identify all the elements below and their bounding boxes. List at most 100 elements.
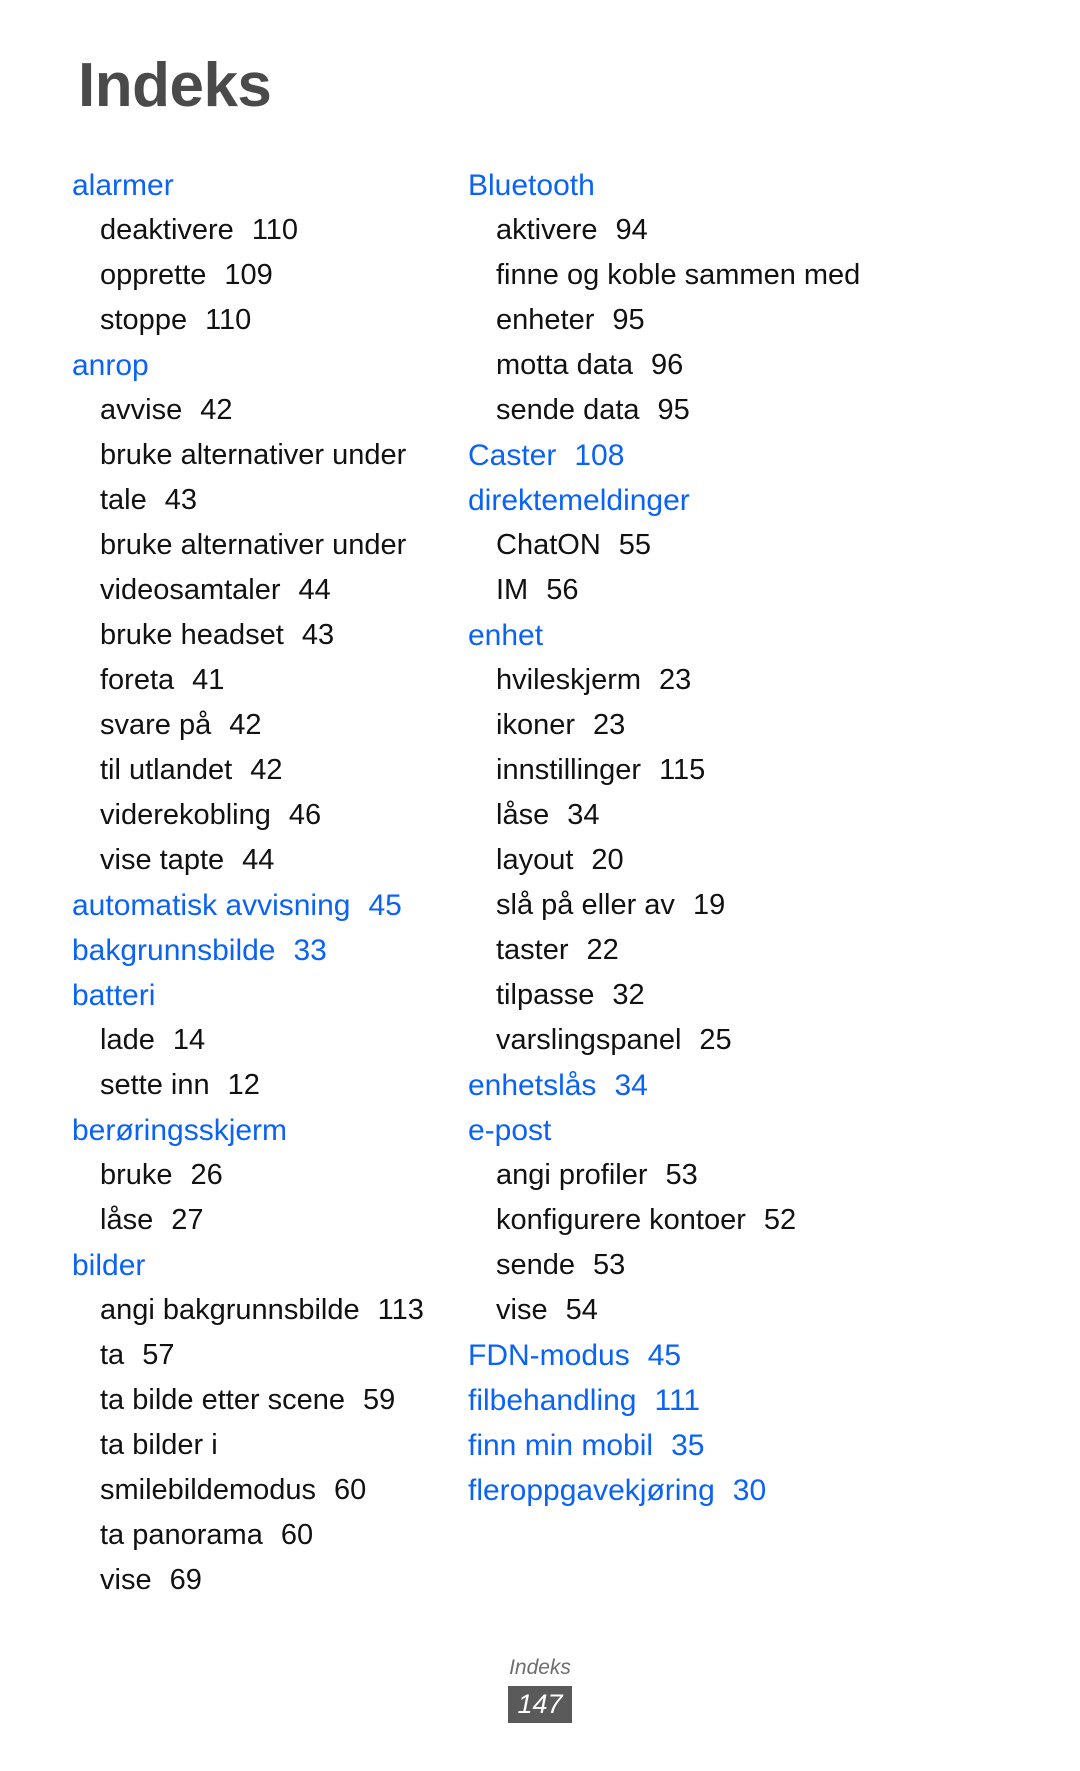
index-heading[interactable]: enhetslås 34 [468,1063,1040,1108]
index-heading-label: anrop [72,349,149,382]
index-entry-group: filbehandling 111 [468,1378,1040,1423]
index-heading[interactable]: anrop [72,343,440,388]
index-subentry[interactable]: ta bilde etter scene 59 [100,1378,440,1423]
index-subentry[interactable]: smilebildemodus 60 [100,1468,440,1513]
index-subentry-page-number: 20 [591,844,624,876]
index-subentry-page-number: 46 [288,799,322,831]
index-subentry[interactable]: ikoner 23 [496,703,1040,748]
index-subentry[interactable]: ta 57 [100,1333,440,1378]
index-entry-group: Caster 108 [468,433,1040,478]
index-subentry[interactable]: bruke headset 43 [100,613,440,658]
index-subentry[interactable]: opprette 109 [100,253,440,298]
index-subentry[interactable]: bruke 26 [100,1153,440,1198]
index-heading[interactable]: berøringsskjerm [72,1108,440,1153]
index-heading[interactable]: alarmer [72,163,440,208]
index-subentry[interactable]: ta panorama 60 [100,1513,440,1558]
index-subentry[interactable]: vise 54 [496,1288,1040,1333]
index-heading-page-number: 33 [293,934,327,967]
index-heading[interactable]: direktemeldinger [468,478,1040,523]
index-subentry-label: bruke headset [100,619,284,651]
index-subentry[interactable]: taster 22 [496,928,1040,973]
index-subentry[interactable]: sette inn 12 [100,1063,440,1108]
index-heading[interactable]: filbehandling 111 [468,1378,1040,1423]
index-subentry-label: ChatON [496,529,601,561]
index-entry-group: alarmer deaktivere 110 opprette 109 stoppe 110 [72,163,440,343]
index-subentry-page-number: 95 [612,304,645,336]
index-subentry-label: stoppe [100,304,188,336]
index-subentry[interactable]: IM 56 [496,568,1040,613]
index-subentry-page-number: 110 [251,214,299,246]
index-subentry-label: sette inn [100,1069,210,1101]
index-subentry-label: avvise [100,394,183,426]
index-subentry[interactable]: innstillinger 115 [496,748,1040,793]
index-subentry-page-number: 54 [565,1294,598,1326]
index-entry-group: e-post angi profiler 53 konfigurere kontoer… [468,1108,1040,1333]
index-subentry[interactable]: stoppe 110 [100,298,440,343]
index-subentry[interactable]: varslingspanel 25 [496,1018,1040,1063]
index-subentry-page-number: 56 [546,574,579,606]
index-heading[interactable]: e-post [468,1108,1040,1153]
index-subentry[interactable]: finne og koble sammen med [496,253,1040,298]
index-heading[interactable]: bilder [72,1243,440,1288]
index-entry-group: Bluetooth aktivere 94 finne og koble sammen… [468,163,1040,433]
index-heading-label: FDN-modus [468,1339,630,1372]
index-heading-label: batteri [72,979,156,1012]
index-heading[interactable]: bakgrunnsbilde 33 [72,928,440,973]
index-subentry-label: ta bilder i [100,1429,218,1461]
index-heading[interactable]: automatisk avvisning 45 [72,883,440,928]
index-subentry[interactable]: sende 53 [496,1243,1040,1288]
footer-section-label: Indeks [509,1656,571,1679]
index-subentry[interactable]: bruke alternativer under [100,523,440,568]
index-subentry[interactable]: konfigurere kontoer 52 [496,1198,1040,1243]
index-subentry[interactable]: tale 43 [100,478,440,523]
index-subentry[interactable]: vise tapte 44 [100,838,440,883]
index-subentry[interactable]: tilpasse 32 [496,973,1040,1018]
index-subentry-label: ta [100,1339,125,1371]
index-subentry[interactable]: motta data 96 [496,343,1040,388]
index-subentry-page-number: 52 [763,1204,797,1236]
index-subentry[interactable]: svare på 42 [100,703,440,748]
index-subentry[interactable]: bruke alternativer under [100,433,440,478]
index-heading[interactable]: enhet [468,613,1040,658]
index-heading[interactable]: batteri [72,973,440,1018]
index-subentry-label: varslingspanel [496,1024,682,1056]
index-subentry[interactable]: avvise 42 [100,388,440,433]
index-heading[interactable]: fleroppgavekjøring 30 [468,1468,1040,1513]
index-subentry-page-number: 109 [224,259,273,291]
index-subentry[interactable]: angi profiler 53 [496,1153,1040,1198]
index-subentry-page-number: 60 [334,1474,367,1506]
index-subentry[interactable]: låse 27 [100,1198,440,1243]
index-heading[interactable]: finn min mobil 35 [468,1423,1040,1468]
index-subentry[interactable]: enheter 95 [496,298,1040,343]
index-subentry[interactable]: videosamtaler 44 [100,568,440,613]
index-subentry[interactable]: sende data 95 [496,388,1040,433]
index-subentry[interactable]: låse 34 [496,793,1040,838]
index-subentry-page-number: 115 [659,754,706,786]
index-subentry-page-number: 44 [298,574,331,606]
index-subentry[interactable]: viderekobling 46 [100,793,440,838]
index-heading[interactable]: Bluetooth [468,163,1040,208]
index-subentry[interactable]: slå på eller av 19 [496,883,1040,928]
index-subentry[interactable]: layout 20 [496,838,1040,883]
page-title: Indeks [78,51,272,120]
index-subentry-page-number: 32 [612,979,645,1011]
index-subentry[interactable]: til utlandet 42 [100,748,440,793]
index-subentry[interactable]: vise 69 [100,1558,440,1603]
index-subentry[interactable]: aktivere 94 [496,208,1040,253]
index-subentry[interactable]: foreta 41 [100,658,440,703]
index-heading-label: bilder [72,1249,146,1282]
index-subentry[interactable]: hvileskjerm 23 [496,658,1040,703]
index-subentry[interactable]: angi bakgrunnsbilde 113 [100,1288,440,1333]
index-subentry-page-number: 42 [200,394,233,426]
index-subentry-label: vise [100,1564,152,1596]
index-entry-group: direktemeldinger ChatON 55 IM 56 [468,478,1040,613]
index-heading[interactable]: Caster 108 [468,433,1040,478]
index-subentry-label: angi bakgrunnsbilde [100,1294,360,1326]
index-subentry[interactable]: deaktivere 110 [100,208,440,253]
index-heading[interactable]: FDN-modus 45 [468,1333,1040,1378]
index-subentry[interactable]: ChatON 55 [496,523,1040,568]
index-subentry-page-number: 34 [567,799,600,831]
index-subentry[interactable]: ta bilder i [100,1423,440,1468]
index-subentry-page-number: 96 [651,349,684,381]
index-subentry[interactable]: lade 14 [100,1018,440,1063]
